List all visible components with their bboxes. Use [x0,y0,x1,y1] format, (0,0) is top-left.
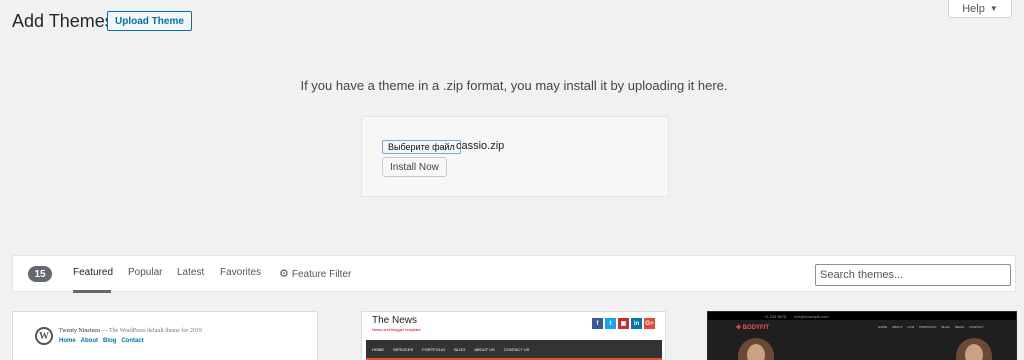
theme-preview-title: The News [372,315,418,326]
preview-nav-item: HOME [372,346,384,352]
tab-latest[interactable]: Latest [177,267,204,278]
caret-down-icon: ▼ [989,4,998,13]
help-tab[interactable]: Help ▼ [948,0,1012,18]
preview-nav-item: MEDIA [954,325,965,329]
preview-nav-item: CONTACT US [503,346,530,352]
theme-card-twenty-nineteen[interactable]: W Twenty Nineteen — The WordPress defaul… [12,311,318,360]
install-now-button[interactable]: Install Now [382,157,447,177]
preview-phone: +1 234 5678 [764,313,787,319]
feature-filter-label: Feature Filter [291,269,352,280]
tab-favorites[interactable]: Favorites [220,267,261,278]
gear-icon: ⚙ [279,268,289,280]
help-label: Help [962,2,985,15]
bodyfit-logo: ✚ BODYFIT [736,325,770,331]
theme-filter-bar: 15 Featured Popular Latest Favorites ⚙ Fe… [12,255,1016,293]
linkedin-icon: in [631,318,642,329]
preview-nav-item: ABOUT [892,325,903,329]
preview-nav-item: HOME [878,325,887,329]
upload-form: Выберите файл cassio.zip Install Now [361,116,669,197]
twitter-icon: t [605,318,616,329]
preview-nav-item: PORTFOLIO [919,325,937,329]
page-title: Add Themes [12,11,114,31]
preview-email: info@example.com [794,313,829,319]
choose-file-button[interactable]: Выберите файл [382,140,461,154]
tab-featured[interactable]: Featured [73,267,113,278]
upload-theme-button[interactable]: Upload Theme [107,11,192,31]
preview-photo [956,338,992,360]
preview-nav-item: Contact [121,338,144,344]
theme-name: Twenty Nineteen [59,328,101,334]
wordpress-logo-icon: W [35,327,53,345]
preview-nav-item: Blog [103,338,117,344]
tab-popular[interactable]: Popular [128,267,162,278]
theme-card-the-news[interactable]: The News News and blogger template f t ▣… [361,311,666,360]
theme-tagline: — The WordPress default theme for 2019 [101,328,202,334]
theme-card-bodyfit[interactable]: +1 234 5678 info@example.com ✚ BODYFIT H… [707,311,1017,360]
preview-nav-item: CONTACT [969,325,984,329]
preview-nav-item: GYM [907,325,915,329]
theme-count-badge: 15 [28,266,52,282]
preview-nav-item: About [80,338,98,344]
social-icons: f t ▣ in G+ [592,318,655,329]
theme-preview-nav: HOME SERVICES PORTFOLIO BLOG ABOUT US CO… [366,340,662,358]
preview-photo [738,338,774,360]
theme-preview-topbar: +1 234 5678 info@example.com [708,312,1016,320]
search-themes-input[interactable] [815,264,1011,286]
facebook-icon: f [592,318,603,329]
theme-preview-subtitle: News and blogger template [372,327,421,332]
preview-nav-item: PORTFOLIO [422,346,446,352]
selected-file-name: cassio.zip [456,140,505,152]
upload-help-text: If you have a theme in a .zip format, yo… [300,78,728,93]
feature-filter-button[interactable]: ⚙ Feature Filter [279,267,351,280]
youtube-icon: ▣ [618,318,629,329]
preview-nav-item: BLOG [941,325,950,329]
google-plus-icon: G+ [644,318,655,329]
preview-nav-item: SERVICES [393,346,414,352]
theme-preview-nav: Home About Blog Contact [59,338,144,344]
active-tab-indicator [73,290,111,293]
preview-nav-item: ABOUT US [474,346,495,352]
preview-nav-item: BLOG [454,346,466,352]
preview-nav-item: Home [59,338,76,344]
theme-preview-title: Twenty Nineteen — The WordPress default … [59,328,202,334]
theme-preview-nav: HOME ABOUT GYM PORTFOLIO BLOG MEDIA CONT… [878,325,984,329]
